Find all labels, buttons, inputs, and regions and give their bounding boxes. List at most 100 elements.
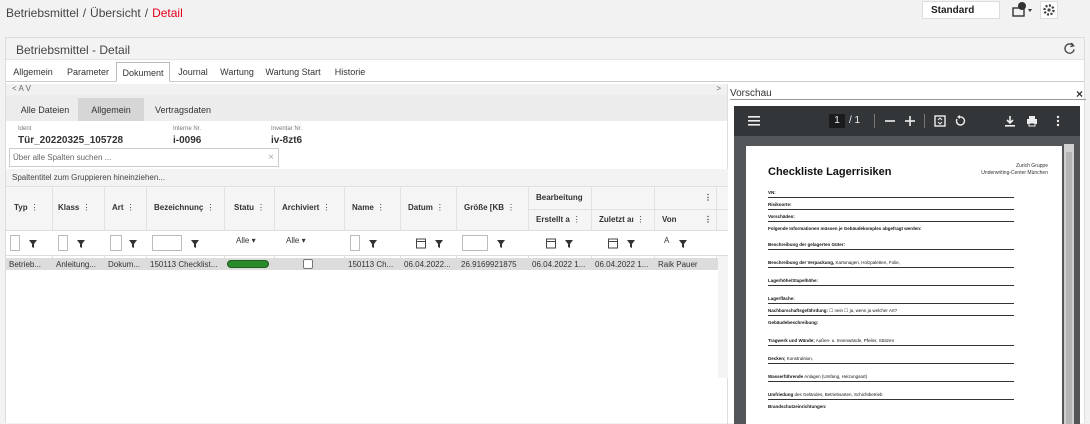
rotate-icon[interactable] bbox=[954, 115, 966, 127]
page-total: / 1 bbox=[849, 115, 861, 126]
funnel-icon[interactable] bbox=[562, 235, 576, 251]
search-input[interactable]: Über alle Spalten suchen ... × bbox=[9, 148, 279, 167]
cell-groesse: 26.9169921875 bbox=[461, 260, 517, 269]
zoom-in-icon[interactable] bbox=[904, 115, 916, 127]
filter-typ[interactable] bbox=[10, 235, 20, 251]
archiviert-checkbox[interactable] bbox=[303, 259, 313, 269]
filter-art[interactable] bbox=[110, 235, 122, 251]
filter-status-select[interactable]: Alle ▾ bbox=[236, 236, 256, 245]
refresh-icon[interactable] bbox=[1063, 42, 1076, 55]
doc-underline bbox=[768, 345, 1014, 346]
menu-icon[interactable] bbox=[748, 115, 760, 127]
funnel-icon[interactable] bbox=[676, 235, 690, 251]
calendar-icon[interactable] bbox=[606, 235, 620, 251]
von-menu-icon[interactable]: ⋮ bbox=[704, 215, 712, 224]
filter-von-select[interactable]: A bbox=[664, 236, 669, 245]
breadcrumb-item-uebersicht[interactable]: Übersicht bbox=[90, 6, 141, 20]
page-number-input[interactable]: 1 bbox=[829, 114, 845, 128]
doc-line: Risikoorte: bbox=[768, 202, 792, 207]
nav-strip-left[interactable]: < A V bbox=[12, 84, 31, 93]
doc-line: Umfriedung des Geländes, Betriebsarten, … bbox=[768, 392, 883, 397]
cell-typ: Betrieb... bbox=[9, 260, 42, 269]
zoom-out-icon[interactable] bbox=[884, 115, 896, 127]
tab-parameter[interactable]: Parameter bbox=[62, 62, 114, 82]
funnel-icon[interactable] bbox=[26, 235, 40, 251]
doc-underline bbox=[768, 249, 1014, 250]
table-scrollbar[interactable] bbox=[718, 256, 728, 378]
funnel-icon[interactable] bbox=[494, 235, 508, 251]
doc-underline bbox=[768, 285, 1014, 286]
funnel-icon[interactable] bbox=[432, 235, 446, 251]
tab-allgemein[interactable]: Allgemein bbox=[8, 62, 58, 82]
pdf-scrollbar[interactable] bbox=[1064, 144, 1074, 424]
col-header-datum[interactable]: Datum ⋮ bbox=[408, 203, 444, 212]
funnel-icon[interactable] bbox=[188, 235, 202, 251]
col-header-status[interactable]: Statu ⋮ bbox=[234, 203, 265, 212]
col-header-erstellt[interactable]: Erstellt a ⋮ bbox=[536, 215, 581, 224]
panel-title: Betriebsmittel - Detail bbox=[16, 43, 131, 57]
col-header-bezeichnung[interactable]: Bezeichnunç ⋮ bbox=[154, 203, 214, 212]
tab-wartung-start[interactable]: Wartung Start bbox=[260, 62, 326, 82]
download-icon[interactable] bbox=[1004, 115, 1016, 127]
col-header-art[interactable]: Art ⋮ bbox=[112, 203, 135, 212]
doc-line: Vorschäden: bbox=[768, 214, 795, 219]
tab-historie[interactable]: Historie bbox=[328, 62, 372, 82]
table-header: Typ ⋮ Klass ⋮ Art ⋮ Bezeichnunç ⋮ Statu ⋮ Arc… bbox=[6, 187, 728, 263]
clear-search-icon[interactable]: × bbox=[268, 152, 274, 163]
filter-groesse[interactable] bbox=[462, 235, 488, 251]
table-row[interactable]: Betrieb... Anleitung... Dokum... 150113 … bbox=[6, 258, 718, 270]
funnel-icon[interactable] bbox=[366, 235, 380, 251]
inventar-nr-label: Inventar Nr. bbox=[271, 126, 303, 132]
calendar-icon[interactable] bbox=[544, 235, 558, 251]
doc-line: Nachbarschaftsgefährdung: ☐ nein ☐ ja, w… bbox=[768, 308, 898, 313]
funnel-icon[interactable] bbox=[126, 235, 140, 251]
notification-button[interactable] bbox=[1010, 1, 1034, 19]
interne-nr-value: i-0096 bbox=[173, 135, 202, 146]
funnel-icon[interactable] bbox=[74, 235, 88, 251]
tab-journal[interactable]: Journal bbox=[172, 62, 214, 82]
doc-underline bbox=[768, 221, 1014, 222]
doc-underline bbox=[768, 381, 1014, 382]
cell-erstellt: 06.04.2022 1... bbox=[532, 260, 586, 269]
cell-klasse: Anleitung... bbox=[56, 260, 97, 269]
detail-tabs: Allgemein Parameter Dokument Journal War… bbox=[6, 60, 1084, 82]
layout-select[interactable]: Standard bbox=[922, 1, 1000, 19]
col-header-groesse[interactable]: Größe [KB ⋮ bbox=[464, 203, 515, 212]
col-header-von[interactable]: Von bbox=[662, 215, 677, 224]
nav-strip-right[interactable]: > bbox=[716, 84, 721, 93]
print-icon[interactable] bbox=[1026, 115, 1038, 127]
pdf-page: Checkliste Lagerrisiken Zurich Gruppe Un… bbox=[746, 146, 1062, 424]
filter-archiviert-select[interactable]: Alle ▾ bbox=[286, 236, 306, 245]
funnel-icon[interactable] bbox=[624, 235, 638, 251]
col-header-klasse[interactable]: Klass ⋮ bbox=[58, 203, 90, 212]
doc-underline bbox=[768, 315, 1014, 316]
subtab-alle-dateien[interactable]: Alle Dateien bbox=[12, 98, 78, 121]
filter-name[interactable] bbox=[350, 235, 360, 251]
breadcrumb-item-betriebsmittel[interactable]: Betriebsmittel bbox=[6, 6, 79, 20]
doc-underline bbox=[768, 209, 1014, 210]
tab-dokument[interactable]: Dokument bbox=[116, 62, 170, 82]
ident-label: Ident bbox=[18, 126, 32, 132]
preview-title: Vorschau bbox=[730, 88, 772, 99]
filter-klasse[interactable] bbox=[58, 235, 68, 251]
breadcrumb-item-detail: Detail bbox=[152, 6, 183, 20]
more-options-icon[interactable] bbox=[1052, 115, 1064, 127]
breadcrumb: Betriebsmittel / Übersicht / Detail bbox=[6, 6, 183, 20]
document-subtabs: Alle Dateien Allgemein Vertragsdaten bbox=[6, 95, 727, 121]
filter-bezeichnung[interactable] bbox=[152, 235, 182, 251]
col-header-name[interactable]: Name ⋮ bbox=[352, 203, 385, 212]
col-header-archiviert[interactable]: Archiviert ⋮ bbox=[282, 203, 330, 212]
subtab-allgemein[interactable]: Allgemein bbox=[78, 98, 144, 121]
tab-wartung[interactable]: Wartung bbox=[216, 62, 258, 82]
cell-datum: 06.04.2022... bbox=[404, 260, 451, 269]
col-header-zuletzt[interactable]: Zuletzt aı ⋮ bbox=[599, 215, 645, 224]
nav-strip: < A V > bbox=[6, 84, 727, 95]
doc-line: Beschreibung der gelagerten Güter: bbox=[768, 242, 846, 247]
group-menu-icon[interactable]: ⋮ bbox=[704, 193, 712, 202]
col-header-typ[interactable]: Typ ⋮ bbox=[14, 203, 39, 212]
cell-zuletzt: 06.04.2022 1... bbox=[595, 260, 649, 269]
subtab-vertragsdaten[interactable]: Vertragsdaten bbox=[144, 98, 222, 121]
settings-button[interactable] bbox=[1040, 1, 1058, 19]
fit-page-icon[interactable] bbox=[934, 115, 946, 127]
calendar-icon[interactable] bbox=[414, 235, 428, 251]
